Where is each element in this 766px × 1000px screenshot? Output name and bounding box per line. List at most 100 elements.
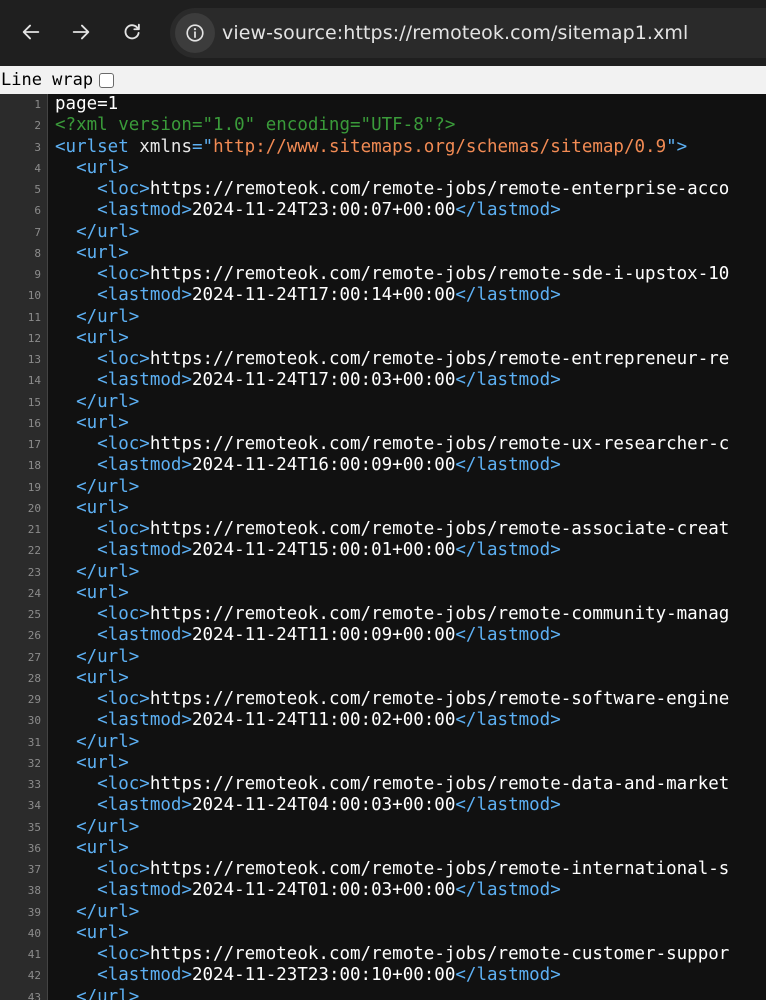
token-tag: <url> <box>76 582 129 603</box>
source-view[interactable]: 1 page=1 2 <?xml version="1.0" encoding="UT… <box>0 94 766 1000</box>
line-code: <url> <box>55 668 129 689</box>
source-line: 32 <url> <box>0 753 766 774</box>
line-code: <loc>https://remoteok.com/remote-jobs/re… <box>55 519 729 540</box>
token-tag: <loc> <box>97 434 150 454</box>
line-number: 13 <box>27 353 41 366</box>
token-txt: 2024-11-24T11:00:02+00:00 <box>191 710 456 731</box>
token-tag: </lastmod> <box>455 795 561 816</box>
line-code: </url> <box>55 732 139 753</box>
back-button[interactable] <box>13 14 49 50</box>
line-number: 36 <box>27 841 41 855</box>
line-code: <loc>https://remoteok.com/remote-jobs/re… <box>55 774 729 795</box>
line-number: 4 <box>34 161 41 175</box>
line-wrap-label: Line wrap <box>1 70 94 90</box>
source-line: 23 </url> <box>0 562 766 583</box>
token-tag: </lastmod> <box>455 880 561 901</box>
line-wrap-checkbox[interactable] <box>99 72 115 88</box>
address-bar[interactable]: view-source:https://remoteok.com/sitemap… <box>170 8 766 58</box>
line-number: 30 <box>27 714 41 728</box>
source-line: 21 <loc>https://remoteok.com/remote-jobs… <box>0 519 766 540</box>
token-tag: <url> <box>76 752 129 773</box>
token-tag: <url> <box>76 412 129 433</box>
token-tag: <urlset <box>55 136 140 157</box>
url-text[interactable]: view-source:https://remoteok.com/sitemap… <box>222 8 688 58</box>
token-tag: <url> <box>76 922 129 943</box>
line-code: <url> <box>55 243 129 264</box>
line-number: 6 <box>34 204 41 218</box>
line-code: </url> <box>55 647 139 668</box>
source-line: 36 <url> <box>0 838 766 859</box>
source-line: 20 <url> <box>0 498 766 519</box>
token-tag: <url> <box>76 327 129 348</box>
token-txt: https://remoteok.com/remote-jobs/remote-… <box>149 179 730 199</box>
site-info-button[interactable] <box>175 13 215 53</box>
line-number: 23 <box>27 565 41 579</box>
line-code: <lastmod>2024-11-24T01:00:03+00:00</last… <box>55 880 561 901</box>
token-txt: 2024-11-24T11:00:09+00:00 <box>191 625 456 646</box>
source-line: 13 <loc>https://remoteok.com/remote-jobs… <box>0 349 766 370</box>
line-code: </url> <box>55 987 139 1000</box>
source-line: 28 <url> <box>0 668 766 689</box>
token-txt: 2024-11-24T15:00:01+00:00 <box>191 540 456 561</box>
line-number: 21 <box>27 523 41 536</box>
line-number: 41 <box>27 948 41 961</box>
source-line: 3 <urlset xmlns="http://www.sitemaps.org/… <box>0 137 766 158</box>
source-line: 19 </url> <box>0 477 766 498</box>
line-code: <lastmod>2024-11-24T04:00:03+00:00</last… <box>55 795 561 816</box>
line-code: <?xml version="1.0" encoding="UTF-8"?> <box>55 115 455 136</box>
line-code: </url> <box>55 817 139 838</box>
forward-button[interactable] <box>63 14 99 50</box>
line-number: 43 <box>27 990 41 1000</box>
token-tag: </url> <box>76 391 140 412</box>
source-line: 35 </url> <box>0 817 766 838</box>
token-txt: 2024-11-24T16:00:09+00:00 <box>191 455 456 476</box>
line-number: 14 <box>27 374 41 388</box>
token-tag: <loc> <box>97 774 150 794</box>
reload-button[interactable] <box>114 14 150 50</box>
token-tag: <loc> <box>97 519 150 539</box>
line-code: </url> <box>55 477 139 498</box>
token-tag: "> <box>666 136 688 157</box>
line-number: 31 <box>27 735 41 749</box>
arrow-left-icon <box>22 24 40 40</box>
line-number: 19 <box>27 480 41 494</box>
token-txt: 2024-11-24T04:00:03+00:00 <box>191 795 456 816</box>
line-code: <url> <box>55 838 129 859</box>
line-code: </url> <box>55 902 139 923</box>
arrow-right-icon <box>72 24 90 40</box>
source-line: 27 </url> <box>0 647 766 668</box>
token-tag: <loc> <box>97 179 150 199</box>
token-aval: http://www.sitemaps.org/schemas/sitemap/… <box>213 136 667 157</box>
token-tag: <url> <box>76 157 129 178</box>
line-number: 15 <box>27 395 41 409</box>
source-line: 18 <lastmod>2024-11-24T16:00:09+00:00</l… <box>0 455 766 476</box>
token-tag: </url> <box>76 901 140 922</box>
token-tag: </lastmod> <box>455 285 561 306</box>
line-number: 17 <box>27 438 41 451</box>
line-number: 24 <box>27 586 41 600</box>
token-tag: <lastmod> <box>97 455 192 476</box>
token-tag: <lastmod> <box>97 540 192 561</box>
line-number: 3 <box>34 140 41 154</box>
source-line: 12 <url> <box>0 328 766 349</box>
line-number: 28 <box>27 671 41 685</box>
token-tag: </url> <box>76 816 140 837</box>
source-line: 43 </url> <box>0 987 766 1000</box>
line-code: <url> <box>55 328 129 349</box>
token-tag: <lastmod> <box>97 285 192 306</box>
token-txt: https://remoteok.com/remote-jobs/remote-… <box>149 604 730 624</box>
